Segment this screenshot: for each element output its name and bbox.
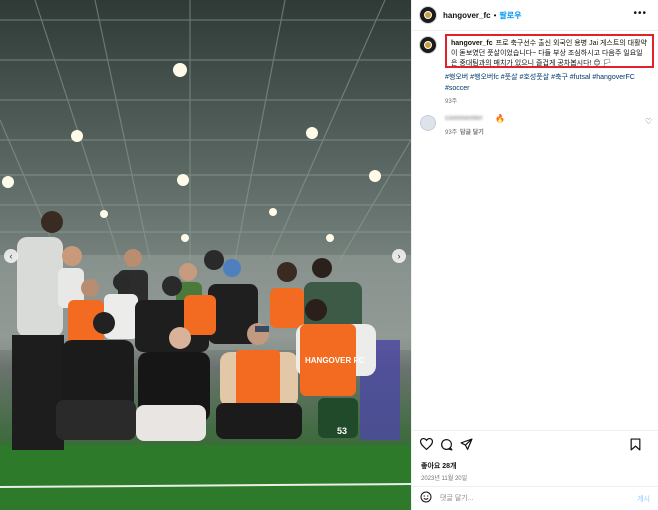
heart-icon[interactable] — [420, 438, 433, 450]
club-crest-icon — [424, 41, 432, 49]
like-count[interactable]: 좋아요 28개 — [421, 461, 457, 471]
hashtag-list[interactable]: #행오버 #행오버fc #풋살 #호성풋살 #축구 #futsal #hango… — [445, 72, 650, 94]
follow-button[interactable]: 팔로우 — [499, 10, 521, 21]
bookmark-icon[interactable] — [630, 438, 641, 451]
comment-composer: 게시 — [412, 486, 658, 510]
action-bar — [420, 438, 650, 454]
paper-plane-icon[interactable] — [460, 438, 473, 451]
header-username[interactable]: hangover_fc — [443, 11, 491, 20]
post-photo: HANGOVER FC 53 ‹ › — [0, 0, 411, 510]
chevron-right-icon: › — [397, 251, 401, 261]
team-photo-illustration: HANGOVER FC 53 — [0, 0, 411, 510]
smile-icon[interactable] — [420, 491, 432, 503]
header-separator: • — [493, 10, 497, 20]
post-age: 93주 — [445, 99, 458, 105]
profile-avatar[interactable] — [419, 6, 437, 24]
header-divider — [412, 30, 658, 31]
carousel-prev-button[interactable]: ‹ — [4, 249, 18, 263]
post-date: 2023년 11월 20일 — [421, 476, 468, 482]
comment-bubble-icon[interactable] — [440, 438, 453, 451]
comment-input[interactable] — [440, 492, 610, 504]
actions-divider — [412, 430, 658, 431]
club-crest-icon — [424, 11, 432, 19]
jersey-text: HANGOVER FC — [305, 356, 364, 365]
reply-button[interactable]: 답글 달기 — [460, 127, 484, 136]
post-comment-button[interactable]: 게시 — [637, 494, 650, 504]
chevron-left-icon: ‹ — [9, 251, 13, 261]
post-side-panel: hangover_fc • 팔로우 ••• hangover_fc 프로 축구선수… — [411, 0, 658, 510]
carousel-next-button[interactable]: › — [392, 249, 406, 263]
caption-avatar[interactable] — [419, 36, 437, 54]
comment-like-icon[interactable]: ♡ — [645, 117, 652, 126]
post-header: hangover_fc • 팔로우 ••• — [412, 0, 658, 30]
caption-highlight-box: hangover_fc 프로 축구선수 출신 외국인 용병 Jai 게스트의 대활… — [445, 34, 654, 68]
caption-username[interactable]: hangover_fc — [451, 40, 493, 47]
commenter-avatar[interactable] — [420, 115, 436, 131]
comment-text: 🔥 — [495, 114, 505, 123]
more-options-icon[interactable]: ••• — [633, 8, 647, 19]
commenter-username[interactable]: commenter — [445, 115, 483, 122]
comment-item: commenter 🔥 93주 답글 달기 ♡ — [420, 112, 654, 142]
comment-age: 93주 — [445, 130, 458, 136]
jersey-number: 53 — [337, 426, 347, 436]
